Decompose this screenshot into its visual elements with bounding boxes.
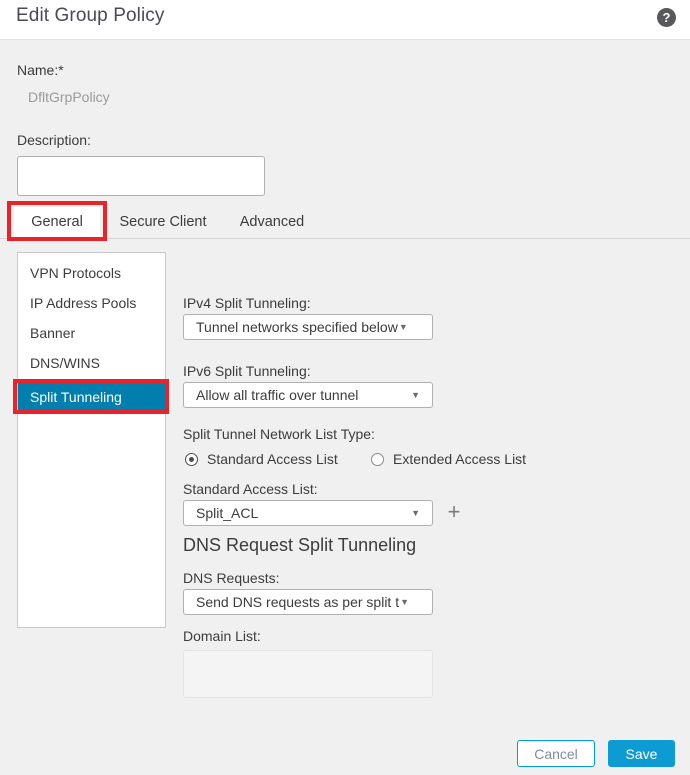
description-label: Description: — [17, 132, 91, 148]
split-tunnel-list-type-radio-group: Standard Access List Extended Access Lis… — [183, 451, 553, 473]
save-button[interactable]: Save — [608, 740, 675, 767]
page-title: Edit Group Policy — [16, 5, 165, 27]
dns-requests-select[interactable]: Send DNS requests as per split t ▼ — [183, 589, 433, 615]
name-value: DfltGrpPolicy — [28, 89, 110, 105]
ipv4-split-tunneling-value: Tunnel networks specified below — [184, 319, 398, 335]
domain-list-input[interactable] — [183, 650, 433, 698]
sidebar-item-banner[interactable]: Banner — [18, 319, 165, 348]
help-icon[interactable]: ? — [657, 8, 676, 27]
standard-access-list-select[interactable]: Split_ACL ▼ — [183, 500, 433, 526]
dialog-body: Name:* DfltGrpPolicy Description: Genera… — [0, 41, 690, 703]
ipv4-split-tunneling-label: IPv4 Split Tunneling: — [183, 295, 311, 311]
split-tunnel-list-type-label: Split Tunnel Network List Type: — [183, 426, 375, 442]
sidebar-item-split-tunneling[interactable]: Split Tunneling — [18, 383, 165, 412]
radio-extended-access-list-label: Extended Access List — [384, 451, 526, 467]
ipv6-split-tunneling-label: IPv6 Split Tunneling: — [183, 363, 311, 379]
settings-nav-panel: VPN Protocols IP Address Pools Banner DN… — [17, 252, 166, 628]
description-input[interactable] — [17, 156, 265, 196]
radio-standard-access-list[interactable]: Standard Access List — [185, 451, 338, 467]
dns-request-split-tunneling-heading: DNS Request Split Tunneling — [183, 535, 416, 556]
ipv6-split-tunneling-value: Allow all traffic over tunnel — [184, 387, 358, 403]
tab-general[interactable]: General — [14, 207, 100, 238]
sidebar-item-dns-wins[interactable]: DNS/WINS — [18, 349, 165, 378]
ipv4-split-tunneling-select[interactable]: Tunnel networks specified below ▼ — [183, 314, 433, 340]
tab-advanced[interactable]: Advanced — [228, 207, 316, 238]
domain-list-label: Domain List: — [183, 628, 261, 644]
cancel-button[interactable]: Cancel — [517, 740, 595, 767]
chevron-down-icon: ▼ — [398, 323, 416, 332]
tab-bar: General Secure Client Advanced — [0, 207, 690, 239]
chevron-down-icon: ▼ — [411, 391, 432, 400]
plus-icon[interactable]: + — [443, 501, 465, 525]
radio-mark-unselected — [371, 453, 384, 466]
radio-standard-access-list-label: Standard Access List — [198, 451, 338, 467]
ipv6-split-tunneling-select[interactable]: Allow all traffic over tunnel ▼ — [183, 382, 433, 408]
dialog-footer: Cancel Save — [0, 703, 690, 775]
radio-mark-selected — [185, 453, 198, 466]
chevron-down-icon: ▼ — [411, 509, 432, 518]
dns-requests-value: Send DNS requests as per split t — [184, 594, 399, 610]
sidebar-item-ip-address-pools[interactable]: IP Address Pools — [18, 289, 165, 318]
dialog-header: Edit Group Policy ? — [0, 0, 690, 40]
tab-secure-client[interactable]: Secure Client — [108, 207, 218, 238]
standard-access-list-value: Split_ACL — [184, 505, 258, 521]
chevron-down-icon: ▼ — [399, 598, 417, 607]
radio-extended-access-list[interactable]: Extended Access List — [371, 451, 526, 467]
name-label: Name:* — [17, 62, 64, 78]
standard-access-list-label: Standard Access List: — [183, 481, 318, 497]
dns-requests-label: DNS Requests: — [183, 570, 279, 586]
sidebar-item-vpn-protocols[interactable]: VPN Protocols — [18, 259, 165, 288]
